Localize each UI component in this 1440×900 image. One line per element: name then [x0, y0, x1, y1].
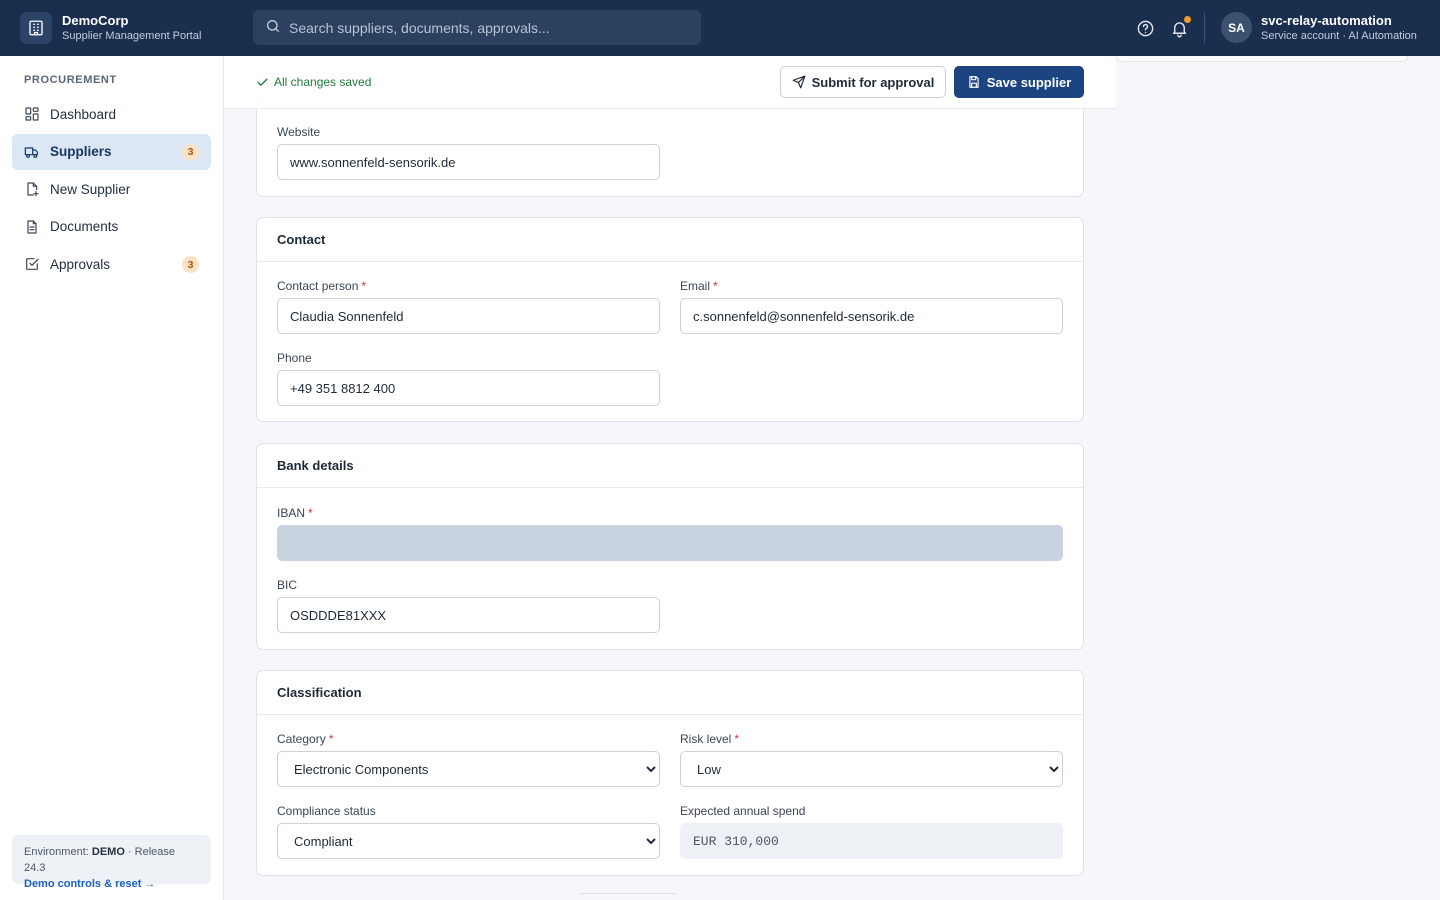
email-label: Email * — [680, 279, 718, 293]
sidebar-nav: Dashboard Suppliers 3 New Supplier Docum… — [12, 96, 211, 284]
brand-name: DemoCorp — [62, 13, 129, 28]
email-field[interactable] — [680, 298, 1063, 334]
risk-level-select[interactable]: Low — [680, 751, 1063, 787]
iban-label: IBAN * — [277, 506, 313, 520]
building-icon — [20, 12, 52, 44]
contact-person-label-text: Contact person — [277, 279, 359, 293]
sidebar-badge-suppliers: 3 — [182, 143, 199, 161]
expected-spend-label: Expected annual spend — [680, 804, 806, 818]
iban-field[interactable] — [277, 525, 1063, 561]
required-marker: * — [308, 506, 313, 520]
sidebar-item-new-supplier[interactable]: New Supplier — [12, 171, 211, 207]
sidebar: PROCUREMENT Dashboard Suppliers 3 New Su… — [0, 56, 224, 900]
brand-subtitle: Supplier Management Portal — [62, 30, 202, 42]
phone-label: Phone — [277, 351, 312, 365]
sidebar-item-dashboard[interactable]: Dashboard — [12, 96, 211, 132]
save-supplier-button[interactable]: Save supplier — [954, 66, 1084, 98]
sidebar-item-suppliers[interactable]: Suppliers 3 — [12, 133, 211, 170]
classification-title: Classification — [257, 671, 1083, 715]
bank-details-card: Bank details IBAN * BIC — [256, 443, 1084, 650]
side-panel-edge — [1116, 56, 1408, 62]
top-bar: DemoCorp Supplier Management Portal SA s… — [0, 0, 1440, 56]
user-role: Service account · AI Automation — [1261, 29, 1417, 42]
save-status: All changes saved — [256, 75, 371, 89]
user-name: svc-relay-automation — [1261, 12, 1392, 28]
bic-label: BIC — [277, 578, 298, 592]
category-label-text: Category — [277, 732, 326, 746]
environment-name: DEMO — [91, 846, 125, 858]
phone-field[interactable] — [277, 370, 660, 406]
save-status-text: All changes saved — [274, 75, 372, 89]
category-select[interactable]: Electronic Components — [277, 751, 660, 787]
topbar-divider — [1204, 12, 1205, 44]
environment-box: Environment: DEMO · Release 24.3 Demo co… — [12, 835, 211, 890]
sidebar-item-documents[interactable]: Documents — [12, 209, 211, 245]
iban-label-text: IBAN — [277, 506, 306, 520]
notifications-bell-icon[interactable] — [1167, 14, 1191, 42]
submit-label: Submit for approval — [811, 74, 935, 90]
next-card-edge — [580, 893, 676, 900]
brand[interactable]: DemoCorp Supplier Management Portal — [0, 12, 253, 44]
sidebar-item-label: New Supplier — [50, 181, 131, 197]
contact-card: Contact Contact person* Email* Phone — [256, 217, 1084, 422]
website-field[interactable] — [277, 144, 660, 180]
environment-info: Environment: DEMO · Release 24.3 — [24, 844, 199, 876]
avatar: SA — [1221, 12, 1252, 43]
website-label: Website — [277, 125, 321, 139]
website-card: Website — [256, 96, 1084, 197]
contact-person-label: Contact person * — [277, 279, 366, 293]
sidebar-item-label: Approvals — [50, 256, 111, 272]
category-label: Category * — [277, 732, 333, 746]
required-marker: * — [734, 732, 740, 746]
compliance-status-select[interactable]: Compliant — [277, 823, 660, 859]
contact-person-field[interactable] — [277, 298, 660, 334]
sidebar-item-approvals[interactable]: Approvals 3 — [12, 246, 211, 282]
save-icon — [969, 76, 979, 88]
environment-prefix: Environment: — [24, 846, 89, 858]
sidebar-heading: PROCUREMENT — [24, 74, 117, 86]
truck-icon — [24, 144, 40, 160]
dashboard-icon — [24, 106, 40, 122]
check-icon — [257, 78, 268, 86]
global-search[interactable] — [253, 10, 701, 45]
required-marker: * — [713, 279, 718, 293]
sidebar-item-label: Documents — [50, 219, 119, 235]
bic-field[interactable] — [277, 597, 660, 633]
action-bar: All changes saved Submit for approval Sa… — [224, 56, 1116, 109]
help-icon[interactable] — [1133, 14, 1157, 42]
compliance-status-label: Compliance status — [277, 804, 376, 818]
user-menu[interactable]: SA svc-relay-automation Service account … — [1221, 12, 1417, 43]
submit-for-approval-button[interactable]: Submit for approval — [780, 66, 946, 98]
demo-controls-link[interactable]: Demo controls & reset → — [24, 876, 199, 893]
search-icon — [265, 18, 281, 37]
classification-card: Classification Category * Electronic Comp… — [256, 670, 1084, 876]
search-input[interactable] — [289, 19, 689, 36]
sidebar-item-label: Dashboard — [50, 106, 117, 122]
save-label: Save supplier — [986, 74, 1072, 90]
risk-level-label-text: Risk level — [680, 732, 732, 746]
sidebar-badge-approvals: 3 — [182, 256, 199, 274]
checkbox-icon — [24, 256, 40, 272]
email-label-text: Email — [680, 279, 711, 293]
notification-dot — [1184, 16, 1191, 23]
sidebar-item-label: Suppliers — [50, 144, 112, 160]
expected-spend-field — [680, 823, 1063, 859]
required-marker: * — [328, 732, 334, 746]
risk-level-label: Risk level * — [680, 732, 739, 746]
required-marker: * — [361, 279, 367, 293]
send-icon — [792, 75, 806, 89]
file-plus-icon — [24, 181, 40, 197]
contact-card-title: Contact — [257, 218, 1083, 262]
document-icon — [24, 219, 40, 235]
bank-details-title: Bank details — [257, 444, 1083, 488]
